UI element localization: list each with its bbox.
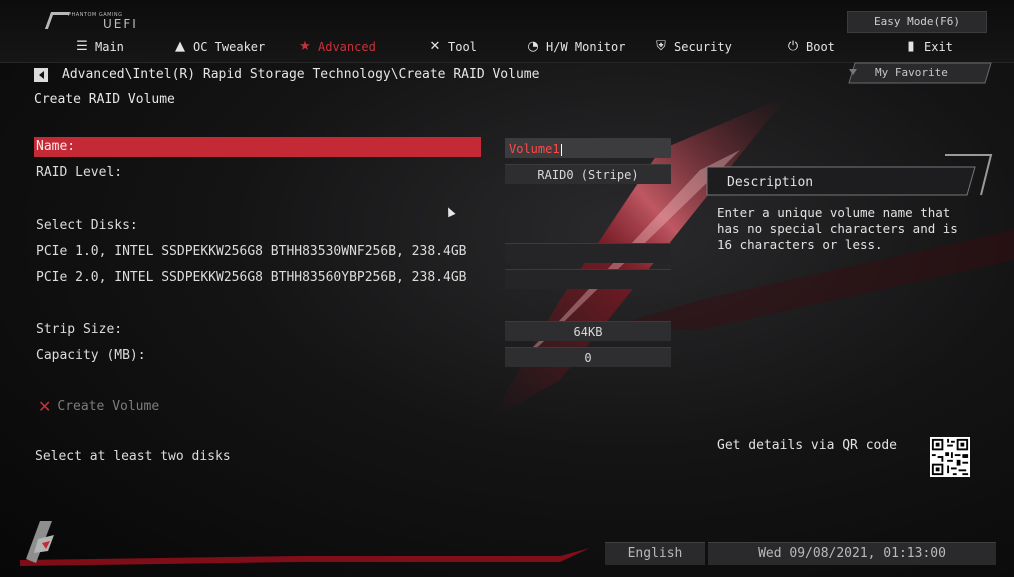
tab-advanced-label: Advanced — [318, 40, 376, 54]
tab-tool[interactable]: ✕ Tool — [428, 37, 477, 57]
create-volume-button[interactable]: ✕ Create Volume — [38, 397, 159, 416]
text-caret — [560, 143, 562, 156]
power-icon: ⏻ — [787, 39, 799, 54]
capacity-label[interactable]: Capacity (MB): — [36, 348, 146, 363]
description-text: Enter a unique volume name that has no s… — [717, 205, 958, 252]
selected-row-highlight — [34, 137, 481, 157]
tab-boot[interactable]: ⏻ Boot — [786, 37, 835, 57]
brand-logo: PHANTOM GAMING UEFI — [44, 10, 143, 32]
tab-oc-tweaker-label: OC Tweaker — [193, 40, 266, 54]
tab-main[interactable]: ☰ Main — [75, 37, 124, 57]
breadcrumb-path: Advanced\Intel(R) Rapid Storage Technolo… — [62, 67, 540, 82]
create-volume-label: Create Volume — [57, 399, 160, 414]
qr-label: Get details via QR code — [717, 438, 898, 453]
tools-icon: ✕ — [38, 397, 52, 416]
my-favorite-label: My Favorite — [875, 66, 948, 79]
easy-mode-button[interactable]: Easy Mode(F6) — [847, 11, 987, 33]
disk-2-checkbox[interactable] — [505, 269, 671, 289]
tab-boot-label: Boot — [806, 40, 835, 54]
tab-security[interactable]: ⛨ Security — [654, 37, 732, 57]
raid-level-label[interactable]: RAID Level: — [36, 165, 122, 180]
strip-size-select[interactable]: 64KB — [505, 321, 671, 341]
star-icon: ★ — [299, 39, 311, 54]
disk-1-checkbox[interactable] — [505, 243, 671, 263]
logo-uefi-text: UEFI — [103, 17, 138, 31]
back-arrow-icon — [38, 70, 44, 79]
tab-hw-monitor[interactable]: ◔ H/W Monitor — [526, 37, 625, 57]
my-favorite-button[interactable]: My Favorite — [845, 61, 992, 85]
tab-hw-monitor-label: H/W Monitor — [546, 40, 626, 54]
mouse-cursor-icon — [444, 205, 456, 218]
uefi-screen: PHANTOM GAMING UEFI Easy Mode(F6) ☰ Main… — [0, 0, 1014, 577]
tab-advanced[interactable]: ★ Advanced — [298, 37, 376, 57]
date-time: Wed 09/08/2021, 01:13:00 — [708, 542, 996, 565]
volume-name-input[interactable]: Volume1 — [505, 138, 671, 158]
strip-size-label[interactable]: Strip Size: — [36, 322, 122, 337]
tab-tool-label: Tool — [448, 40, 477, 54]
tab-oc-tweaker[interactable]: ▲ OC Tweaker — [173, 37, 265, 57]
description-title: Description — [727, 175, 814, 190]
rocket-icon: ▲ — [175, 39, 185, 54]
tab-security-label: Security — [674, 40, 732, 54]
tab-exit-label: Exit — [924, 40, 953, 54]
tab-main-label: Main — [95, 40, 124, 54]
back-button[interactable] — [34, 67, 48, 82]
tab-exit[interactable]: ▮ Exit — [904, 37, 953, 57]
exit-icon: ▮ — [907, 39, 915, 54]
page-title: Create RAID Volume — [34, 92, 175, 107]
language-selector[interactable]: English — [605, 542, 705, 565]
disk-1-label[interactable]: PCIe 1.0, INTEL SSDPEKKW256G8 BTHH83530W… — [36, 244, 466, 259]
volume-name-value: Volume1 — [509, 142, 560, 156]
disk-2-label[interactable]: PCIe 2.0, INTEL SSDPEKKW256G8 BTHH83560Y… — [36, 270, 466, 285]
raid-level-select[interactable]: RAID0 (Stripe) — [505, 164, 671, 184]
status-message: Select at least two disks — [35, 449, 231, 464]
name-label[interactable]: Name: — [36, 139, 75, 154]
shield-icon: ⛨ — [656, 39, 666, 54]
monitor-icon: ◔ — [527, 39, 539, 54]
capacity-input[interactable]: 0 — [505, 347, 671, 367]
qr-code-icon[interactable] — [930, 437, 970, 477]
list-icon: ☰ — [76, 39, 88, 54]
phantom-gaming-logo — [22, 519, 60, 565]
breadcrumb: Advanced\Intel(R) Rapid Storage Technolo… — [34, 67, 539, 82]
select-disks-label: Select Disks: — [36, 218, 138, 233]
tools-icon: ✕ — [429, 39, 441, 54]
